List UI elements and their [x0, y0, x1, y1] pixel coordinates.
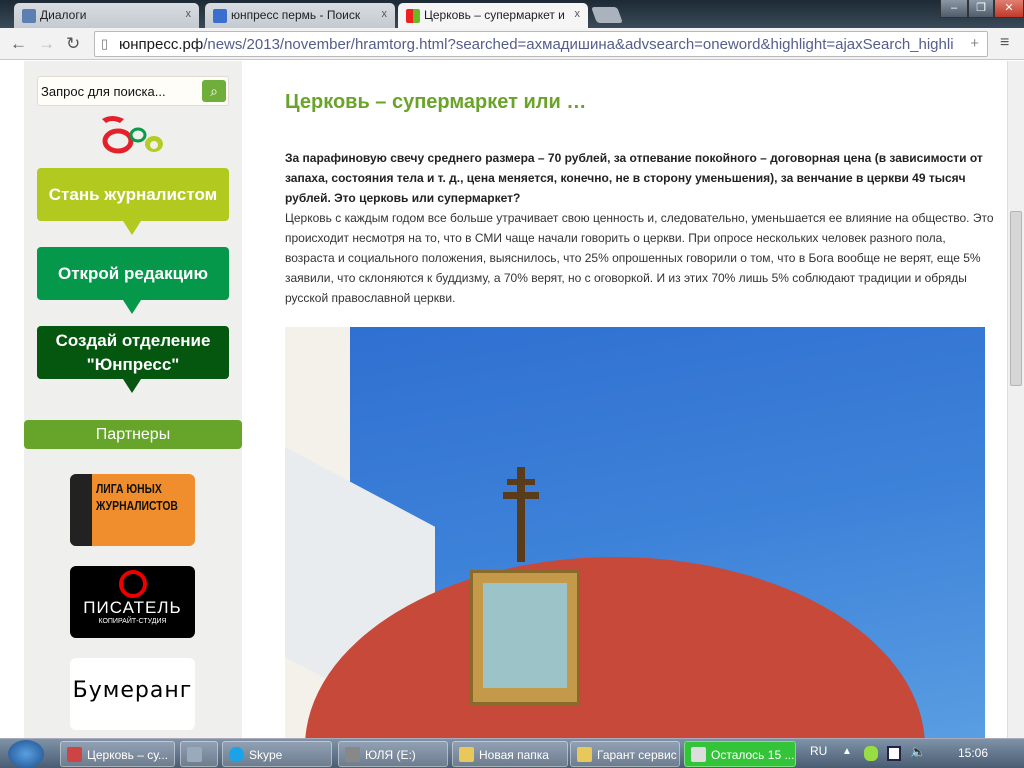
- search-button[interactable]: ⌕: [202, 80, 226, 102]
- task-label: ЮЛЯ (E:): [365, 748, 416, 762]
- page-icon: ▯: [101, 36, 109, 51]
- reload-icon[interactable]: ↻: [66, 34, 80, 54]
- search-input[interactable]: Запрос для поиска... ⌕: [37, 76, 229, 106]
- article-lead: За парафиновую свечу среднего размера – …: [285, 151, 983, 205]
- scrollbar-thumb[interactable]: [1010, 211, 1022, 386]
- new-tab-button[interactable]: [591, 7, 623, 23]
- browser-toolbar: ← → ↻ ▯ юнпресс.рф/news/2013/november/hr…: [0, 28, 1024, 60]
- close-tab-icon[interactable]: x: [575, 8, 581, 20]
- taskbar-skype[interactable]: Skype: [222, 741, 332, 767]
- article-title: Церковь – супермаркет или …: [285, 91, 587, 113]
- taskbar-app[interactable]: [180, 741, 218, 767]
- sidebar: Запрос для поиска... ⌕ Стань журналистом …: [24, 61, 242, 738]
- menu-icon[interactable]: ≡: [1000, 34, 1009, 52]
- task-label: Церковь – су...: [87, 748, 169, 762]
- windows-taskbar: Церковь – су... Skype ЮЛЯ (E:) Новая пап…: [0, 738, 1024, 768]
- page-scrollbar[interactable]: [1007, 61, 1024, 738]
- url-path: /news/2013/november/hramtorg.html?search…: [203, 36, 954, 53]
- task-label: Осталось 15 ...: [711, 748, 795, 762]
- partners-heading: Партнеры: [24, 420, 242, 449]
- partner-bumerang-logo[interactable]: Бумеранг: [70, 658, 195, 730]
- skype-icon: [229, 747, 244, 762]
- article-photo: [285, 327, 985, 738]
- tab-article[interactable]: Церковь – супермаркет и x: [398, 3, 588, 28]
- minimize-button[interactable]: –: [940, 0, 968, 18]
- article-text: За парафиновую свечу среднего размера – …: [285, 148, 995, 308]
- language-indicator[interactable]: RU: [810, 744, 827, 758]
- start-button[interactable]: [8, 740, 44, 768]
- create-branch-button[interactable]: Создай отделение "Юнпресс": [37, 326, 229, 393]
- partner-pisatel-logo[interactable]: ПИСАТЕЛЬ КОПИРАЙТ-СТУДИЯ: [70, 566, 195, 638]
- tab-label: Церковь – супермаркет и: [424, 8, 565, 22]
- partner-name: ЛИГА ЮНЫХ ЖУРНАЛИСТОВ: [96, 481, 178, 513]
- partner-subtitle: КОПИРАЙТ-СТУДИЯ: [98, 618, 167, 625]
- add-bookmark-icon[interactable]: +: [970, 35, 979, 52]
- site-logo: [102, 116, 163, 154]
- tray-app-icon[interactable]: [864, 746, 878, 761]
- tab-strip: Диалоги x юнпресс пермь - Поиск x Церковь …: [0, 0, 1024, 28]
- volume-icon[interactable]: 🔈: [910, 744, 926, 760]
- taskbar-download[interactable]: Осталось 15 ...: [684, 741, 796, 767]
- clock[interactable]: 15:06: [958, 746, 988, 760]
- back-icon[interactable]: ←: [10, 34, 27, 54]
- google-icon: [213, 9, 227, 23]
- play-icon: [22, 9, 36, 23]
- close-tab-icon[interactable]: x: [382, 8, 388, 20]
- app-icon: [187, 747, 202, 762]
- taskbar-chrome[interactable]: Церковь – су...: [60, 741, 175, 767]
- tab-label: юнпресс пермь - Поиск: [231, 8, 361, 22]
- forward-icon[interactable]: →: [38, 34, 55, 54]
- folder-icon: [577, 747, 592, 762]
- tab-search[interactable]: юнпресс пермь - Поиск x: [205, 3, 395, 28]
- article-body: Церковь с каждым годом все больше утрачи…: [285, 211, 994, 305]
- task-label: Skype: [249, 748, 283, 762]
- open-editorial-button[interactable]: Открой редакцию: [37, 247, 229, 314]
- url-host: юнпресс.рф: [119, 36, 204, 53]
- tray-expand-icon[interactable]: ▲: [842, 746, 852, 757]
- search-placeholder: Запрос для поиска...: [41, 84, 166, 99]
- task-label: Гарант сервис: [597, 748, 677, 762]
- close-window-button[interactable]: ✕: [994, 0, 1024, 18]
- partner-name: ПИСАТЕЛЬ: [83, 598, 182, 617]
- web-page: Запрос для поиска... ⌕ Стань журналистом …: [0, 61, 1007, 738]
- tab-dialogs[interactable]: Диалоги x: [14, 3, 199, 28]
- partner-name: Бумеранг: [72, 678, 193, 703]
- download-icon: [691, 747, 706, 762]
- become-journalist-button[interactable]: Стань журналистом: [37, 168, 229, 235]
- partner-liga-logo[interactable]: ЛИГА ЮНЫХ ЖУРНАЛИСТОВ: [70, 474, 195, 546]
- search-icon: ⌕: [210, 83, 218, 99]
- folder-icon: [459, 747, 474, 762]
- tab-label: Диалоги: [40, 8, 87, 22]
- task-label: Новая папка: [479, 748, 549, 762]
- taskbar-folder[interactable]: Гарант сервис: [570, 741, 680, 767]
- tray-keyboard-icon[interactable]: [887, 746, 901, 761]
- maximize-button[interactable]: ❐: [968, 0, 994, 18]
- site-logo-icon: [406, 9, 420, 23]
- taskbar-folder[interactable]: Новая папка: [452, 741, 568, 767]
- address-bar[interactable]: ▯ юнпресс.рф/news/2013/november/hramtorg…: [94, 31, 988, 57]
- taskbar-drive[interactable]: ЮЛЯ (E:): [338, 741, 448, 767]
- drive-icon: [345, 747, 360, 762]
- close-tab-icon[interactable]: x: [186, 8, 192, 20]
- chrome-icon: [67, 747, 82, 762]
